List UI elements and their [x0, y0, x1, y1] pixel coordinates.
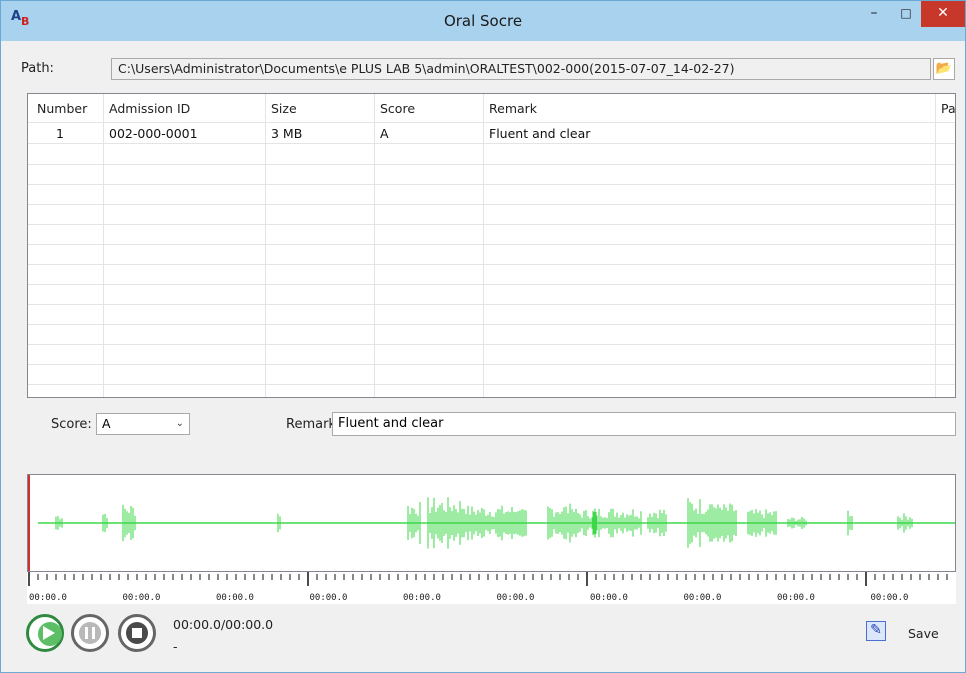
cell-admission-id: 002-000-0001 — [109, 126, 198, 141]
column-header-path[interactable]: Pa — [935, 94, 955, 120]
play-icon — [43, 626, 55, 640]
playback-status: - — [173, 639, 178, 654]
recordings-table[interactable]: Number Admission ID Size Score Remark Pa… — [27, 93, 956, 398]
close-button[interactable]: ✕ — [921, 1, 965, 27]
cell-size: 3 MB — [271, 126, 303, 141]
column-header-number[interactable]: Number — [31, 94, 106, 120]
column-header-score[interactable]: Score — [374, 94, 483, 120]
stop-icon — [132, 628, 142, 638]
ruler-tick-label: 00:00.0 — [684, 593, 722, 603]
oral-score-window: AB Oral Socre – □ ✕ Path: C:\Users\Admin… — [0, 0, 966, 673]
chevron-down-icon: ⌄ — [175, 418, 184, 429]
score-selected-value: A — [102, 416, 111, 431]
ruler-tick-label: 00:00.0 — [777, 593, 815, 603]
edit-save-icon[interactable]: ✎ — [866, 621, 886, 641]
save-button[interactable]: Save — [908, 626, 939, 641]
ruler-tick-label: 00:00.0 — [123, 593, 161, 603]
play-button[interactable] — [26, 614, 64, 652]
ruler-tick-label: 00:00.0 — [590, 593, 628, 603]
content-area: Path: C:\Users\Administrator\Documents\e… — [8, 41, 960, 668]
maximize-button[interactable]: □ — [891, 1, 921, 27]
remark-input[interactable]: Fluent and clear — [332, 412, 956, 436]
timeline-ticks: 00:00.0 00:00.0 00:00.0 00:00.0 00:00.0 00:00… — [28, 572, 948, 603]
cell-score: A — [380, 126, 389, 141]
waveform-display[interactable] — [27, 474, 956, 572]
ruler-tick-label: 00:00.0 — [497, 593, 535, 603]
folder-browse-button[interactable]: 📂 — [933, 58, 955, 80]
column-header-size[interactable]: Size — [265, 94, 374, 120]
ruler-tick-label: 00:00.0 — [29, 593, 67, 603]
window-title: Oral Socre — [443, 12, 523, 30]
ruler-tick-label: 00:00.0 — [310, 593, 348, 603]
cell-number: 1 — [56, 126, 64, 141]
folder-icon: 📂 — [935, 61, 953, 76]
ruler-tick-label: 00:00.0 — [216, 593, 254, 603]
pause-icon — [85, 627, 95, 639]
column-header-admission-id[interactable]: Admission ID — [103, 94, 265, 120]
path-field[interactable]: C:\Users\Administrator\Documents\e PLUS … — [111, 58, 931, 80]
path-label: Path: — [21, 61, 54, 76]
minimize-button[interactable]: – — [859, 1, 889, 27]
timeline-ruler[interactable]: 00:00.0 00:00.0 00:00.0 00:00.0 00:00.0 00:00… — [27, 572, 956, 604]
column-header-remark[interactable]: Remark — [483, 94, 935, 120]
stop-button[interactable] — [118, 614, 156, 652]
score-label: Score: — [51, 417, 92, 432]
ruler-tick-label: 00:00.0 — [871, 593, 909, 603]
score-select[interactable]: A ⌄ — [96, 413, 190, 435]
playback-time: 00:00.0/00:00.0 — [173, 617, 274, 632]
waveform-graph — [28, 475, 955, 571]
remark-label: Remark — [286, 417, 336, 432]
ruler-tick-label: 00:00.0 — [403, 593, 441, 603]
pause-button[interactable] — [71, 614, 109, 652]
title-bar[interactable]: AB Oral Socre – □ ✕ — [1, 1, 965, 41]
cell-remark: Fluent and clear — [489, 126, 591, 141]
